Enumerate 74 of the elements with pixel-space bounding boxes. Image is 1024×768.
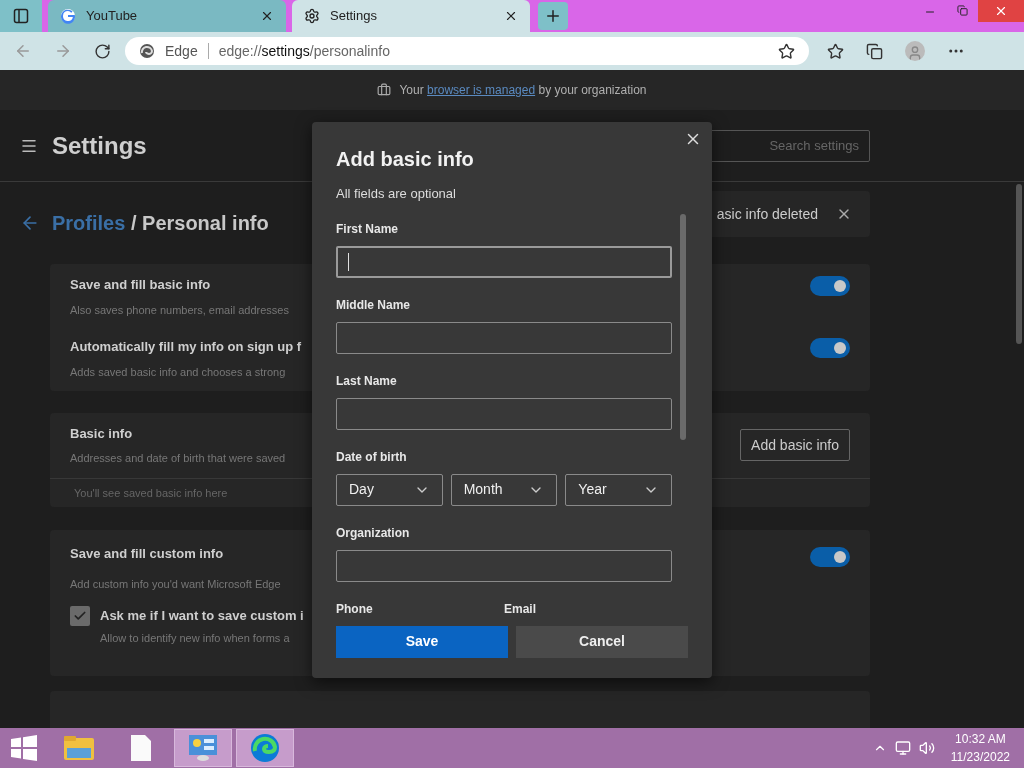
dialog-button[interactable]: Cancel [516, 625, 688, 658]
field-label: Organization [336, 524, 411, 542]
setting-description: Addresses and date of birth that were saved [70, 450, 287, 466]
toggle-switch[interactable] [810, 275, 850, 296]
favorites-icon[interactable] [827, 42, 844, 60]
empty-state-text: You'll see saved basic info here [74, 485, 228, 501]
setting-title: Save and fill basic info [70, 275, 212, 294]
toggle-switch[interactable] [810, 547, 850, 568]
file-icon [130, 734, 152, 762]
managed-notice: Your browser is managed by your organization [399, 82, 647, 99]
close-tab-icon[interactable] [504, 9, 518, 23]
browser-tab[interactable]: Settings [292, 0, 530, 32]
volume-icon[interactable] [918, 740, 935, 756]
field-label: Last Name [336, 372, 398, 390]
taskbar-app[interactable] [236, 729, 294, 767]
field-label: Middle Name [336, 296, 411, 314]
checkbox[interactable] [70, 606, 90, 627]
new-tab-button[interactable] [538, 2, 568, 30]
dialog-button[interactable]: Save [336, 625, 508, 658]
window-icon [13, 8, 29, 24]
taskbar-app[interactable] [174, 729, 232, 767]
back-icon[interactable] [14, 42, 32, 60]
dialog-subtitle: All fields are optional [336, 185, 457, 203]
dropdown[interactable]: Month [450, 473, 558, 506]
dropdown[interactable]: Year [565, 473, 672, 506]
toggle-switch[interactable] [810, 337, 850, 358]
scrollbar-thumb[interactable] [1016, 184, 1022, 344]
url-text: edge://settings/personalinfo [218, 41, 391, 61]
clock[interactable]: 10:32 AM 11/23/2022 [950, 730, 1010, 766]
favorite-icon[interactable] [778, 42, 795, 60]
page-title: Settings [52, 130, 147, 161]
field-label: Phone [336, 600, 374, 618]
input-field[interactable] [336, 245, 672, 278]
setting-description: Also saves phone numbers, email addresses [70, 303, 290, 319]
scrollbar-thumb[interactable] [680, 213, 686, 440]
refresh-icon[interactable] [94, 42, 111, 60]
site-label: Edge [165, 41, 198, 61]
input-field[interactable] [336, 397, 672, 430]
breadcrumb-current: / Personal info [130, 212, 269, 235]
input-field[interactable] [336, 549, 672, 582]
google-icon [60, 8, 76, 24]
browser-tab[interactable]: YouTube [48, 0, 286, 32]
network-icon[interactable] [894, 740, 911, 756]
setting-title: Save and fill custom info [70, 545, 225, 564]
input-field[interactable] [336, 321, 672, 354]
field-label: Email [504, 600, 537, 618]
windows-logo-icon [11, 735, 37, 761]
address-bar[interactable]: Edge edge://settings/personalinfo [125, 37, 809, 65]
profile-avatar[interactable] [905, 41, 925, 61]
restore-icon [956, 5, 968, 16]
forward-icon[interactable] [54, 42, 72, 60]
dropdown[interactable]: Day [336, 473, 443, 506]
field-label: Date of birth [336, 448, 408, 466]
add-basic-info-button[interactable]: Add basic info [740, 429, 850, 462]
edge-icon [250, 733, 280, 763]
plus-icon [544, 7, 562, 25]
tab-actions-button[interactable] [0, 0, 42, 32]
folder-icon [63, 734, 95, 762]
dialog-title: Add basic info [336, 147, 474, 172]
setting-description: Adds saved basic info and chooses a strong [70, 365, 287, 381]
setting-title: Automatically fill my info on sign up f [70, 337, 303, 356]
briefcase-icon [377, 83, 392, 97]
setting-description: Add custom info you'd want Microsoft Edge [70, 576, 282, 592]
setting-description: Allow to identify new info when forms a [100, 630, 291, 646]
control-panel-icon [188, 734, 218, 762]
close-icon [994, 4, 1008, 18]
managed-link[interactable]: browser is managed [427, 83, 536, 97]
setting-title: Basic info [70, 425, 134, 444]
edge-icon [139, 43, 155, 59]
close-tab-icon[interactable] [260, 9, 274, 23]
checkbox-label: Ask me if I want to save custom i [100, 607, 304, 626]
field-label: First Name [336, 220, 400, 238]
collections-icon[interactable] [866, 42, 883, 60]
gear-icon [304, 8, 320, 24]
